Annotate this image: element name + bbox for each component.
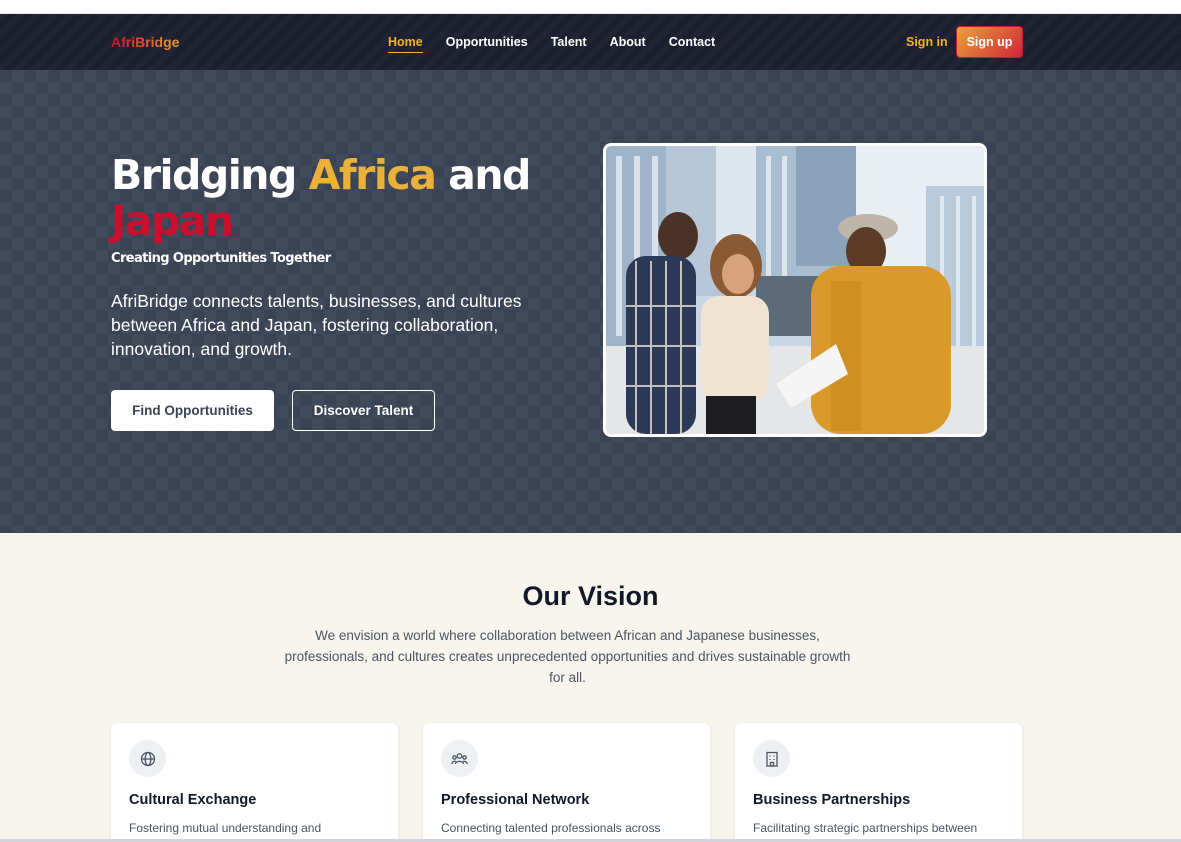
discover-talent-button[interactable]: Discover Talent: [292, 390, 435, 431]
nav-link-talent[interactable]: Talent: [551, 35, 587, 53]
card-text: Facilitating strategic partnerships betw…: [753, 821, 978, 835]
nav-link-home[interactable]: Home: [388, 35, 423, 53]
vision-section: Our Vision We envision a world where col…: [0, 533, 1181, 842]
nav-link-about[interactable]: About: [610, 35, 646, 53]
card-title: Professional Network: [441, 792, 590, 808]
vision-description: We envision a world where collaboration …: [284, 628, 851, 685]
hero-title-japan: Japan: [111, 197, 234, 245]
hero-image: [603, 143, 987, 437]
find-opportunities-button[interactable]: Find Opportunities: [111, 390, 274, 431]
hero-title-africa: Africa: [308, 151, 437, 199]
building-icon: [753, 740, 790, 777]
card-title: Cultural Exchange: [129, 792, 257, 808]
hero-title-part2: and: [435, 151, 531, 199]
card-cultural-exchange: Cultural Exchange Fostering mutual under…: [111, 723, 398, 842]
users-icon: [441, 740, 478, 777]
hero-title-part1: Bridging: [111, 151, 309, 199]
navbar: AfriBridge Home Opportunities Talent Abo…: [0, 14, 1181, 70]
nav-link-contact[interactable]: Contact: [669, 35, 716, 53]
hero-title: Bridging Africa and Japan: [111, 152, 581, 244]
hero-subtitle: Creating Opportunities Together: [111, 251, 331, 266]
card-title: Business Partnerships: [753, 792, 911, 808]
card-professional-network: Professional Network Connecting talented…: [423, 723, 710, 842]
card-business-partnerships: Business Partnerships Facilitating strat…: [735, 723, 1022, 842]
card-text: Fostering mutual understanding and: [129, 821, 322, 835]
vision-title: Our Vision: [522, 581, 659, 611]
hero-section: Bridging Africa and Japan Creating Oppor…: [0, 70, 1181, 533]
nav-links: Home Opportunities Talent About Contact: [388, 35, 738, 53]
sign-in-link[interactable]: Sign in: [906, 35, 948, 49]
nav-link-opportunities[interactable]: Opportunities: [446, 35, 528, 53]
globe-icon: [129, 740, 166, 777]
sign-up-button[interactable]: Sign up: [956, 26, 1023, 58]
card-text: Connecting talented professionals across: [441, 821, 661, 835]
hero-description: AfriBridge connects talents, businesses,…: [111, 291, 522, 359]
browser-top-strip: [0, 0, 1181, 14]
logo[interactable]: AfriBridge: [111, 34, 179, 50]
